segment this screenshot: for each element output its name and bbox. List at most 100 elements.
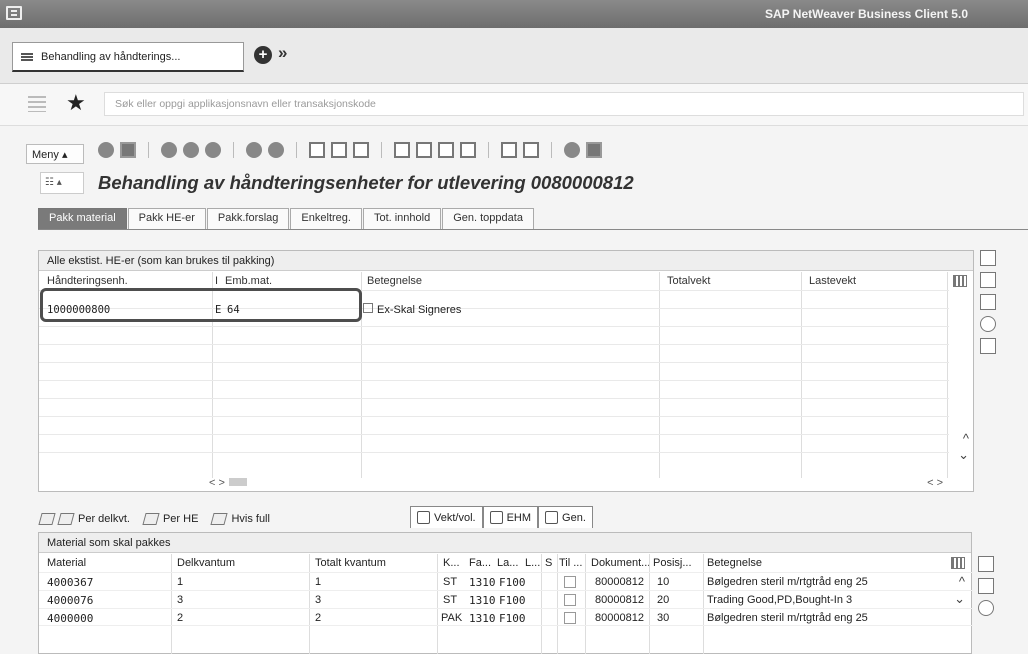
column-header[interactable]: Totalt kvantum (315, 554, 386, 572)
new-tab-icon[interactable]: + (254, 46, 272, 64)
exit-icon[interactable] (183, 142, 199, 158)
scroll-up-button[interactable]: ^ (959, 574, 965, 589)
column-header[interactable]: La... (497, 554, 518, 572)
pack-if-full-button[interactable]: Hvis full (210, 513, 270, 525)
scroll-left-button[interactable]: < (209, 477, 215, 489)
column-header[interactable]: Material (47, 554, 86, 572)
document-cell: 80000812 (595, 612, 644, 624)
description-cell: Bølgedren steril m/rtgtråd eng 25 (707, 612, 868, 624)
row-checkbox[interactable] (564, 612, 576, 624)
find-next-icon[interactable] (353, 142, 369, 158)
command-search-input[interactable]: Søk eller oppgi applikasjonsnavn eller t… (104, 92, 1024, 116)
back-icon[interactable] (161, 142, 177, 158)
scroll-down-button[interactable]: ⌄ (954, 591, 965, 607)
active-document-tab[interactable]: Behandling av håndterings... (12, 42, 244, 72)
cancel-icon[interactable] (205, 142, 221, 158)
column-header[interactable]: Posisj... (653, 554, 692, 572)
screen-menu-button[interactable]: ☷ ▴ (40, 172, 84, 194)
document-cell: 80000812 (595, 576, 644, 588)
scroll-down-button[interactable]: ⌄ (958, 447, 969, 463)
pack-material-icon[interactable] (978, 600, 994, 616)
delete-icon[interactable] (980, 316, 996, 332)
print-icon[interactable] (309, 142, 325, 158)
help-icon[interactable] (564, 142, 580, 158)
next-page-icon[interactable] (438, 142, 454, 158)
table-settings-icon[interactable] (951, 557, 965, 569)
scroll-right-button[interactable]: > (937, 477, 943, 489)
table-row[interactable]: 4000000 2 2 PAK 1310 F100 80000812 30 Bø… (39, 608, 973, 626)
pack-per-he-button[interactable]: Per HE (142, 513, 198, 525)
magnifier-icon (417, 511, 430, 524)
page-title: Behandling av håndteringsenheter for utl… (98, 172, 634, 193)
tab-ehm[interactable]: EHM (482, 506, 539, 528)
pack-icon[interactable] (246, 142, 262, 158)
details-icon[interactable] (980, 250, 996, 266)
tab-tot-innhold[interactable]: Tot. innhold (362, 208, 442, 229)
column-header[interactable]: K... (443, 554, 460, 572)
settings-icon[interactable] (268, 142, 284, 158)
column-header[interactable]: Betegnelse (367, 272, 422, 290)
scroll-right-button[interactable]: > (219, 477, 225, 489)
navigation-grid-icon[interactable] (28, 96, 46, 112)
unit-cell: PAK (441, 612, 463, 624)
deselect-icon[interactable] (980, 294, 996, 310)
screen-title-bar: ☷ ▴ Behandling av håndteringsenheter for… (0, 166, 1028, 202)
row-divider (39, 344, 949, 345)
partial-qty-cell[interactable]: 3 (177, 594, 183, 606)
partial-qty-cell[interactable]: 2 (177, 612, 183, 624)
menu-button[interactable]: Meny ▴ (26, 144, 84, 164)
tab-weight-volume[interactable]: Vekt/vol. (410, 506, 483, 528)
tab-pakk-material[interactable]: Pakk material (38, 208, 127, 229)
check-icon[interactable] (98, 142, 114, 158)
tab-enkeltreg[interactable]: Enkeltreg. (290, 208, 362, 229)
tab-gen[interactable]: Gen. (538, 506, 593, 528)
last-page-icon[interactable] (460, 142, 476, 158)
lower-tab-bar: Vekt/vol. EHM Gen. (410, 506, 593, 528)
column-header[interactable]: Til ... (559, 554, 582, 572)
row-divider (39, 398, 949, 399)
horizontal-scrollbar-left[interactable]: < > (209, 477, 247, 489)
column-header[interactable]: Totalvekt (667, 272, 710, 290)
favorites-star-icon[interactable]: ★ (66, 90, 86, 116)
table-settings-icon[interactable] (953, 275, 967, 287)
select-all-icon[interactable] (978, 556, 994, 572)
column-header[interactable]: S (545, 554, 552, 572)
select-all-icon[interactable] (980, 272, 996, 288)
new-session-icon[interactable] (501, 142, 517, 158)
first-page-icon[interactable] (394, 142, 410, 158)
row-checkbox[interactable] (564, 576, 576, 588)
pack-per-partial-button[interactable]: Per delkvt. (38, 513, 130, 525)
item-cell: 10 (657, 576, 670, 588)
shortcut-icon[interactable] (523, 142, 539, 158)
column-header[interactable]: Betegnelse (707, 554, 762, 572)
horizontal-scrollbar-right[interactable]: < > (927, 477, 943, 489)
partial-qty-cell[interactable]: 1 (177, 576, 183, 588)
unit-cell: ST (443, 576, 458, 588)
unpack-icon[interactable] (980, 338, 996, 354)
plant-cell: 1310 (469, 576, 496, 589)
tab-pakk-he-er[interactable]: Pakk HE-er (127, 208, 206, 229)
tab-menu-icon[interactable] (21, 52, 33, 61)
table-row[interactable]: 4000076 3 3 ST 1310 F100 80000812 20 Tra… (39, 590, 973, 608)
column-header[interactable]: L... (525, 554, 540, 572)
toolbar-icons (98, 142, 602, 158)
column-header[interactable]: Lastevekt (809, 272, 856, 290)
table-row[interactable]: 4000367 1 1 ST 1310 F100 80000812 10 Bøl… (39, 572, 973, 590)
more-tabs-icon[interactable]: » (278, 43, 287, 63)
save-icon[interactable] (120, 142, 136, 158)
column-header[interactable]: Fa... (469, 554, 491, 572)
column-header[interactable]: Dokument... (591, 554, 650, 572)
previous-page-icon[interactable] (416, 142, 432, 158)
deselect-icon[interactable] (978, 578, 994, 594)
scroll-left-button[interactable]: < (927, 477, 933, 489)
column-header[interactable]: Delkvantum (177, 554, 235, 572)
app-menu-icon[interactable] (6, 6, 22, 20)
tab-pakk-forslag[interactable]: Pakk.forslag (206, 208, 290, 229)
scroll-up-button[interactable]: ^ (963, 431, 969, 446)
tab-gen-toppdata[interactable]: Gen. toppdata (442, 208, 534, 229)
layout-icon[interactable] (586, 142, 602, 158)
scroll-thumb[interactable] (228, 478, 247, 486)
row-checkbox[interactable] (564, 594, 576, 606)
find-icon[interactable] (331, 142, 347, 158)
value-help-icon[interactable] (363, 303, 373, 313)
